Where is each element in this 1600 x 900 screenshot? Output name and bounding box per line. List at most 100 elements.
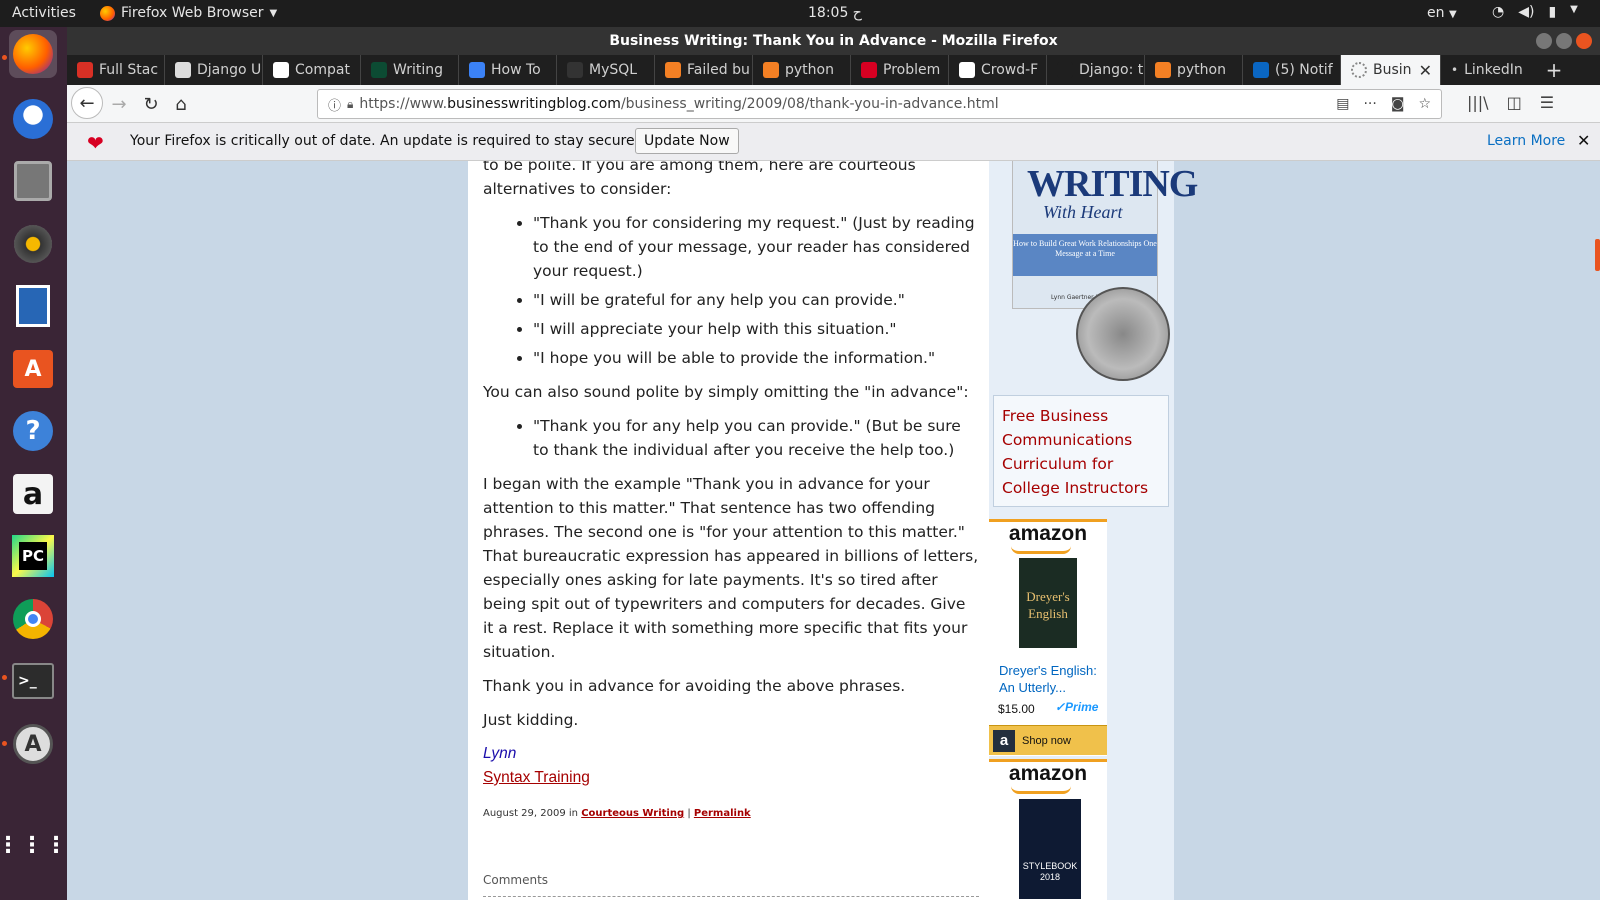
updater-launcher[interactable]: A xyxy=(9,720,57,768)
chrome-launcher[interactable] xyxy=(9,595,57,643)
url-text: https://www.businesswritingblog.com/busi… xyxy=(359,96,998,112)
pocket-icon[interactable]: ◙ xyxy=(1391,96,1405,112)
home-button[interactable]: ⌂ xyxy=(167,91,195,117)
close-tab-icon[interactable]: ✕ xyxy=(1419,61,1432,80)
terminal-launcher[interactable]: >_ xyxy=(9,657,57,705)
tab-favicon xyxy=(567,62,583,78)
close-notification-icon[interactable]: ✕ xyxy=(1577,131,1590,150)
maximize-button[interactable] xyxy=(1556,33,1572,49)
new-tab-button[interactable]: + xyxy=(1539,55,1569,85)
amazon-logo: amazon xyxy=(1008,522,1088,545)
company-link[interactable]: Syntax Training xyxy=(483,766,979,790)
tab-13[interactable]: (5) Notif xyxy=(1243,55,1341,85)
tab-2[interactable]: Django U xyxy=(165,55,263,85)
tab-1[interactable]: Full Stac xyxy=(67,55,165,85)
page-actions-icon[interactable]: ··· xyxy=(1363,96,1376,112)
sidebar: WRITING With Heart How to Build Great Wo… xyxy=(989,161,1198,900)
close-window-button[interactable] xyxy=(1576,33,1592,49)
running-indicator xyxy=(2,741,7,746)
article-paragraph: I began with the example "Thank you in a… xyxy=(483,475,979,661)
update-notification-bar: ❤ Your Firefox is critically out of date… xyxy=(67,123,1600,161)
info-icon: ⓘ xyxy=(328,98,342,114)
product-image[interactable]: Dreyer's English xyxy=(1019,558,1077,648)
shop-now-button[interactable]: a Shop now xyxy=(989,725,1107,755)
shop-now-label: Shop now xyxy=(1022,735,1071,747)
scrollbar-thumb[interactable] xyxy=(1595,239,1600,271)
article-paragraph: Thank you in advance for avoiding the ab… xyxy=(483,677,906,695)
tabs: Full Stac Django U Compat Writing How To MySQ… xyxy=(67,55,1341,85)
launcher-dock: A ? a PC >_ A ⋮⋮⋮ xyxy=(0,27,67,900)
help-launcher[interactable]: ? xyxy=(9,407,57,455)
amazon-launcher[interactable]: a xyxy=(9,470,57,518)
tab-12[interactable]: python xyxy=(1145,55,1243,85)
clock[interactable]: 18:05 ح xyxy=(808,5,862,21)
update-now-button[interactable]: Update Now xyxy=(635,128,739,154)
product-image[interactable]: STYLEBOOK 2018 xyxy=(1019,799,1081,899)
tab-label: Busin xyxy=(1373,62,1412,78)
amazon-smile-icon xyxy=(1011,546,1071,554)
files-launcher[interactable] xyxy=(9,157,57,205)
tab-label: How To xyxy=(491,62,541,78)
activities-button[interactable]: Activities xyxy=(12,5,76,21)
book-cover-image[interactable]: WRITING With Heart How to Build Great Wo… xyxy=(1012,161,1198,309)
amazon-ad-dreyers[interactable]: amazon Dreyer's English Dreyer's English… xyxy=(989,519,1107,756)
tab-9[interactable]: Problem xyxy=(851,55,949,85)
minimize-button[interactable] xyxy=(1536,33,1552,49)
reload-button[interactable]: ↻ xyxy=(137,91,165,117)
tab-label: python xyxy=(1177,62,1226,78)
pycharm-launcher[interactable]: PC xyxy=(9,532,57,580)
app-menu[interactable]: Firefox Web Browser ▼ xyxy=(100,5,277,21)
url-bar[interactable]: ⓘ 🔒︎ https://www.businesswritingblog.com… xyxy=(317,89,1442,119)
tab-favicon xyxy=(959,62,975,78)
permalink-link[interactable]: Permalink xyxy=(694,808,751,819)
tab-10[interactable]: Crowd-F xyxy=(949,55,1047,85)
tab-7[interactable]: Failed bu xyxy=(655,55,753,85)
system-tray[interactable]: ◔ ◀) ▮ ▼ xyxy=(1492,4,1578,20)
blog-content-column: to be polite. If you are among them, her… xyxy=(468,161,989,900)
prime-badge: ✓Prime xyxy=(1055,700,1099,714)
language-label: en xyxy=(1427,5,1445,21)
tab-active[interactable]: Busin ✕ xyxy=(1341,55,1441,85)
arrow-right-icon: → xyxy=(111,93,127,115)
tab-8[interactable]: python xyxy=(753,55,851,85)
article-body: to be polite. If you are among them, her… xyxy=(483,161,979,900)
tab-strip: Full Stac Django U Compat Writing How To MySQ… xyxy=(67,55,1600,85)
list-item: "I will be grateful for any help you can… xyxy=(533,288,979,312)
category-link[interactable]: Courteous Writing xyxy=(581,808,684,819)
back-button[interactable]: ← xyxy=(71,87,103,119)
language-indicator[interactable]: en ▼ xyxy=(1427,5,1457,21)
help-icon: ? xyxy=(13,411,53,451)
hamburger-menu-icon[interactable]: ☰ xyxy=(1540,93,1554,112)
thunderbird-launcher[interactable] xyxy=(9,95,57,143)
tab-label: Django: the xyxy=(1079,62,1144,78)
learn-more-link[interactable]: Learn More xyxy=(1487,133,1565,149)
book-subtitle: How to Build Great Work Relationships On… xyxy=(1013,234,1157,276)
show-applications-button[interactable]: ⋮⋮⋮ xyxy=(0,822,67,870)
software-center-launcher[interactable]: A xyxy=(9,345,57,393)
tab-label: python xyxy=(785,62,834,78)
library-icon[interactable]: |||\ xyxy=(1467,93,1489,112)
tab-linkedin[interactable]: • LinkedIn xyxy=(1441,55,1539,85)
bookmark-star-icon[interactable]: ☆ xyxy=(1418,96,1431,112)
heart-pulse-icon: ❤ xyxy=(87,131,104,155)
sidebar-icon[interactable]: ◫ xyxy=(1507,93,1522,112)
forward-button[interactable]: → xyxy=(105,91,133,117)
tab-6[interactable]: MySQL xyxy=(557,55,655,85)
list-item: "I hope you will be able to provide the … xyxy=(533,346,979,370)
tab-favicon xyxy=(763,62,779,78)
tab-4[interactable]: Writing xyxy=(361,55,459,85)
tab-5[interactable]: How To xyxy=(459,55,557,85)
tab-11[interactable]: Django: the xyxy=(1047,55,1145,85)
free-curriculum-link[interactable]: Free Business Communications Curriculum … xyxy=(1002,407,1148,497)
reader-view-icon[interactable]: ▤ xyxy=(1336,96,1349,112)
tab-3[interactable]: Compat xyxy=(263,55,361,85)
wifi-icon: ◔ xyxy=(1492,4,1505,20)
battery-icon: ▮ xyxy=(1548,4,1557,20)
amazon-smile-icon xyxy=(1011,786,1071,794)
product-title-link[interactable]: Dreyer's English: An Utterly... xyxy=(999,662,1109,696)
firefox-launcher[interactable] xyxy=(9,30,57,78)
rhythmbox-launcher[interactable] xyxy=(9,220,57,268)
writer-launcher[interactable] xyxy=(9,282,57,330)
amazon-ad-stylebook[interactable]: amazon STYLEBOOK 2018 xyxy=(989,759,1107,900)
chrome-icon xyxy=(13,599,53,639)
